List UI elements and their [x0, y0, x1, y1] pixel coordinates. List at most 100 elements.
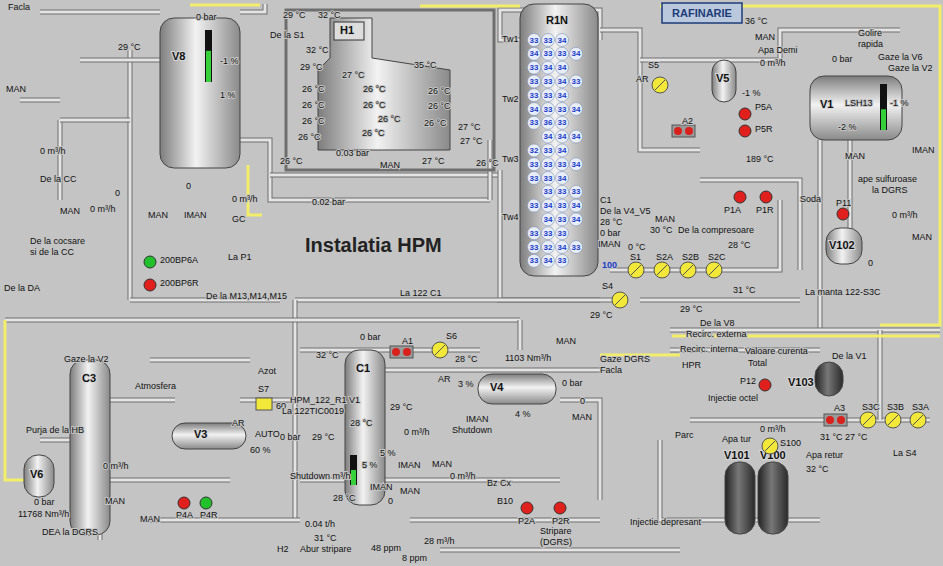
heat-exchanger[interactable] [652, 77, 668, 93]
heat-exchanger[interactable] [680, 262, 696, 278]
process-label: 27 °C [845, 432, 868, 442]
heat-exchanger[interactable] [860, 412, 876, 428]
svg-text:33: 33 [530, 63, 539, 72]
pump[interactable] [734, 191, 746, 203]
process-label: si de la CC [30, 247, 75, 257]
pipe [295, 298, 620, 303]
tower-reading: 34 [570, 103, 583, 116]
tower-reading: 34 [556, 75, 569, 88]
process-label: 0 [186, 181, 191, 191]
svg-text:33: 33 [558, 160, 567, 169]
pump[interactable] [759, 379, 771, 391]
exchanger-label: S1 [630, 252, 641, 262]
pump[interactable] [144, 279, 156, 291]
heat-exchanger[interactable] [762, 438, 778, 454]
process-label: De la DA [4, 283, 40, 293]
process-label: Total [748, 358, 767, 368]
process-label: 36 °C [745, 16, 768, 26]
process-label: HPM_122_R1 V1 [290, 395, 360, 405]
tower-reading: 33 [542, 47, 555, 60]
svg-text:33: 33 [530, 160, 539, 169]
pipe [440, 549, 680, 552]
pump-label: P11 [836, 198, 851, 208]
pump[interactable] [200, 497, 212, 509]
vessel[interactable]: V102 [826, 228, 862, 264]
pump[interactable] [521, 502, 533, 514]
heat-exchanger[interactable] [706, 262, 722, 278]
heat-exchanger[interactable] [910, 412, 926, 428]
process-label: Stripare [540, 526, 572, 536]
svg-text:33: 33 [544, 91, 553, 100]
process-label: 26 °C [280, 156, 303, 166]
air-cooler[interactable] [390, 346, 413, 358]
svg-text:34: 34 [558, 77, 567, 86]
process-label: MAN [845, 151, 865, 161]
tower-reading: 33 [556, 185, 569, 198]
vessel[interactable]: V100 [758, 449, 788, 534]
pump-label: P5A [755, 102, 772, 112]
heat-exchanger[interactable] [432, 342, 448, 358]
diagram-title: Instalatia HPM [305, 234, 442, 256]
vessel[interactable]: C3 [70, 360, 110, 535]
pipe [150, 359, 250, 362]
vessel-name: V103 [788, 376, 814, 388]
process-label: 0 m³/h [40, 146, 66, 156]
process-label: 0.03 bar [336, 148, 369, 158]
heat-exchanger[interactable] [654, 262, 670, 278]
heat-exchanger[interactable] [885, 412, 901, 428]
level-fill [351, 470, 356, 485]
air-cooler[interactable] [824, 414, 847, 426]
vessel[interactable]: V103 [788, 362, 843, 396]
process-label: 0 m³/h [450, 471, 476, 481]
process-label: Shutdown m³/h [290, 471, 351, 481]
vessel[interactable]: R1N [520, 4, 598, 276]
process-label: (DGRS) [540, 537, 572, 547]
pump[interactable] [739, 125, 751, 137]
process-label: AR [438, 374, 451, 384]
vessel[interactable]: V1 [810, 76, 902, 140]
tower-reading: 33 [542, 144, 555, 157]
process-label: ape sulfuroase [858, 174, 917, 184]
process-label: 26 °C [302, 100, 325, 110]
process-label: -1 % [742, 88, 761, 98]
process-label: Parc [675, 430, 694, 440]
heat-exchanger[interactable] [612, 292, 628, 308]
process-label: Bz Cx [487, 478, 512, 488]
tower-reading: 34 [570, 213, 583, 226]
pump[interactable] [739, 108, 751, 120]
process-label: Soda [800, 194, 821, 204]
furnace[interactable]: H1 [286, 10, 494, 170]
vessel[interactable]: V6 [24, 455, 54, 497]
pipe [5, 318, 520, 323]
exchanger-label: S5 [648, 60, 659, 70]
process-label: Apa Demi [758, 45, 798, 55]
process-label: la DGRS [872, 185, 908, 195]
gas-line [5, 320, 25, 480]
vessel[interactable]: V101 [724, 449, 755, 534]
svg-text:34: 34 [544, 201, 553, 210]
pipe [110, 478, 230, 483]
air-cooler[interactable] [672, 125, 695, 137]
vessel[interactable]: V4 [478, 374, 556, 404]
svg-text:34: 34 [544, 132, 553, 141]
pump[interactable] [554, 502, 566, 514]
process-label: 26 °C [424, 118, 447, 128]
tower-reading: 33 [556, 103, 569, 116]
svg-text:34: 34 [544, 256, 553, 265]
vessel[interactable]: V5 [712, 60, 736, 102]
vessel[interactable]: V8 [160, 18, 240, 168]
pipe [128, 50, 133, 300]
pump[interactable] [837, 208, 849, 220]
pump[interactable] [178, 497, 190, 509]
tower-reading: 33 [556, 158, 569, 171]
pump[interactable] [760, 191, 772, 203]
heat-exchanger[interactable] [256, 398, 272, 410]
process-label: H2 [277, 544, 289, 554]
pipe [110, 399, 175, 402]
heat-exchanger[interactable] [628, 262, 644, 278]
pump[interactable] [144, 256, 156, 268]
process-label: Purja de la HB [26, 425, 84, 435]
process-label: 0 [388, 496, 393, 506]
process-label: 28 °C [600, 217, 623, 227]
svg-text:33: 33 [530, 36, 539, 45]
